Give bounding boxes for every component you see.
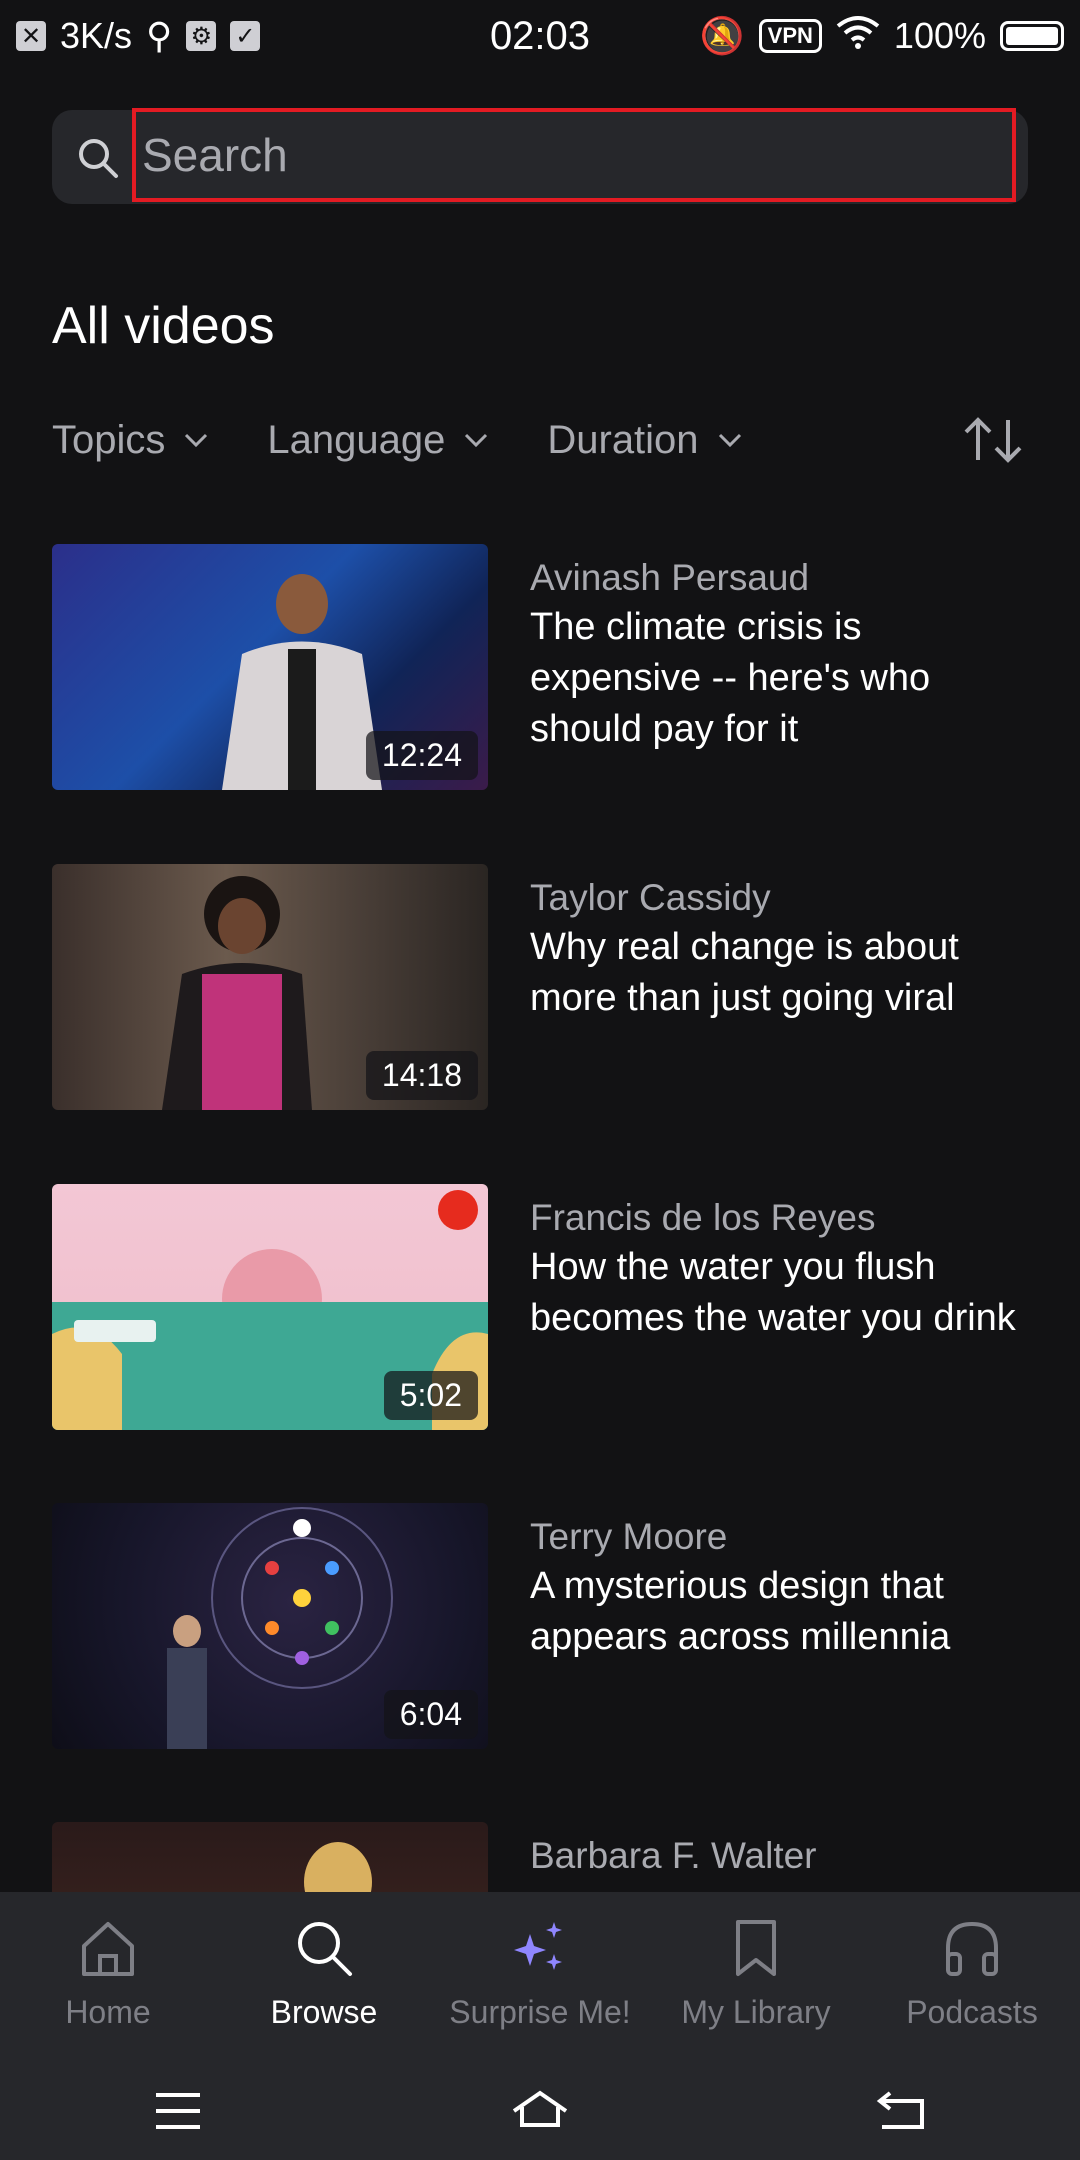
nav-home[interactable]: Home [8, 1916, 208, 2031]
video-meta: Taylor Cassidy Why real change is about … [530, 864, 1028, 1110]
language-filter-label: Language [267, 417, 446, 462]
chevron-down-icon [465, 433, 488, 448]
search-icon [79, 139, 118, 178]
video-thumbnail[interactable]: 6:04 [52, 1503, 488, 1749]
system-navigation-bar [0, 2062, 1080, 2160]
bookmark-icon [736, 1920, 776, 1976]
nav-library[interactable]: My Library [656, 1916, 856, 2031]
menu-icon[interactable] [148, 2081, 208, 2141]
video-speaker: Taylor Cassidy [530, 877, 771, 918]
bottom-navigation: Home Browse Surprise Me! My Library Podc… [0, 1892, 1080, 2160]
status-bar: ✕ 3K/s ⚲ ⚙ ✓ 02:03 🔕 VPN 100% [0, 0, 1080, 72]
video-duration: 12:24 [365, 731, 478, 780]
nav-surprise-label: Surprise Me! [449, 1994, 631, 2030]
search-icon [298, 1922, 352, 1976]
vpn-badge: VPN [758, 19, 822, 53]
video-duration: 6:04 [383, 1690, 478, 1739]
video-meta: Barbara F. Walter [530, 1822, 1028, 1892]
speaker-figure [304, 1842, 372, 1892]
nav-browse-label: Browse [270, 1994, 378, 2030]
video-speaker: Avinash Persaud [530, 557, 810, 598]
nav-home-label: Home [65, 1994, 151, 2030]
back-icon[interactable] [872, 2081, 932, 2141]
status-left: ✕ 3K/s ⚲ ⚙ ✓ [16, 15, 261, 57]
home-icon [82, 1922, 134, 1976]
video-duration: 14:18 [365, 1051, 478, 1100]
video-title: The climate crisis is expensive -- here'… [530, 606, 931, 750]
video-thumbnail[interactable]: 12:24 [52, 544, 488, 790]
nav-browse[interactable]: Browse [224, 1916, 424, 2031]
video-title: Why real change is about more than just … [530, 926, 959, 1019]
filter-bar: Topics Language Duration [52, 410, 1028, 470]
nav-podcasts[interactable]: Podcasts [872, 1916, 1072, 2031]
check-notification-icon: ✓ [230, 21, 261, 51]
silent-bell-icon: 🔕 [699, 15, 745, 56]
page-title: All videos [52, 297, 275, 355]
video-duration: 5:02 [383, 1371, 478, 1420]
video-speaker: Terry Moore [530, 1516, 728, 1557]
notification-x-icon: ✕ [16, 21, 46, 51]
battery-icon [1000, 21, 1064, 51]
search-input[interactable] [132, 108, 1016, 202]
video-meta: Terry Moore A mysterious design that app… [530, 1503, 1028, 1749]
video-item[interactable]: 5:02 Francis de los Reyes How the water … [52, 1184, 1028, 1430]
video-item[interactable]: Barbara F. Walter [52, 1822, 1028, 1892]
wifi-icon [836, 14, 880, 59]
nav-surprise[interactable]: Surprise Me! [440, 1916, 640, 2031]
video-item[interactable]: 14:18 Taylor Cassidy Why real change is … [52, 864, 1028, 1110]
battery-percent: 100% [893, 15, 986, 56]
video-title: How the water you flush becomes the wate… [530, 1246, 1016, 1339]
nav-library-label: My Library [681, 1994, 831, 2030]
network-speed: 3K/s [60, 15, 133, 56]
nav-podcasts-label: Podcasts [906, 1994, 1038, 2030]
video-thumbnail[interactable] [52, 1822, 488, 1892]
video-meta: Avinash Persaud The climate crisis is ex… [530, 544, 1028, 790]
video-thumbnail[interactable]: 5:02 [52, 1184, 488, 1430]
topics-filter-label: Topics [52, 417, 166, 462]
duration-filter-label: Duration [547, 417, 699, 462]
sort-icon[interactable] [958, 410, 1028, 470]
language-filter[interactable]: Language [267, 418, 489, 463]
sparkle-icon [514, 1922, 562, 1970]
video-thumbnail[interactable]: 14:18 [52, 864, 488, 1110]
video-speaker: Barbara F. Walter [530, 1835, 817, 1876]
usb-icon: ⚲ [146, 15, 173, 56]
video-meta: Francis de los Reyes How the water you f… [530, 1184, 1028, 1430]
system-home-icon[interactable] [504, 2081, 576, 2141]
topics-filter[interactable]: Topics [52, 418, 209, 463]
app-notification-icon: ⚙ [186, 21, 217, 51]
video-speaker: Francis de los Reyes [530, 1197, 876, 1238]
video-item[interactable]: 6:04 Terry Moore A mysterious design tha… [52, 1503, 1028, 1749]
chevron-down-icon [718, 433, 741, 448]
headphones-icon [946, 1921, 998, 1976]
video-title: A mysterious design that appears across … [530, 1565, 951, 1658]
duration-filter[interactable]: Duration [547, 418, 742, 463]
status-right: 🔕 VPN 100% [700, 14, 1064, 59]
chevron-down-icon [185, 433, 208, 448]
video-item[interactable]: 12:24 Avinash Persaud The climate crisis… [52, 544, 1028, 790]
